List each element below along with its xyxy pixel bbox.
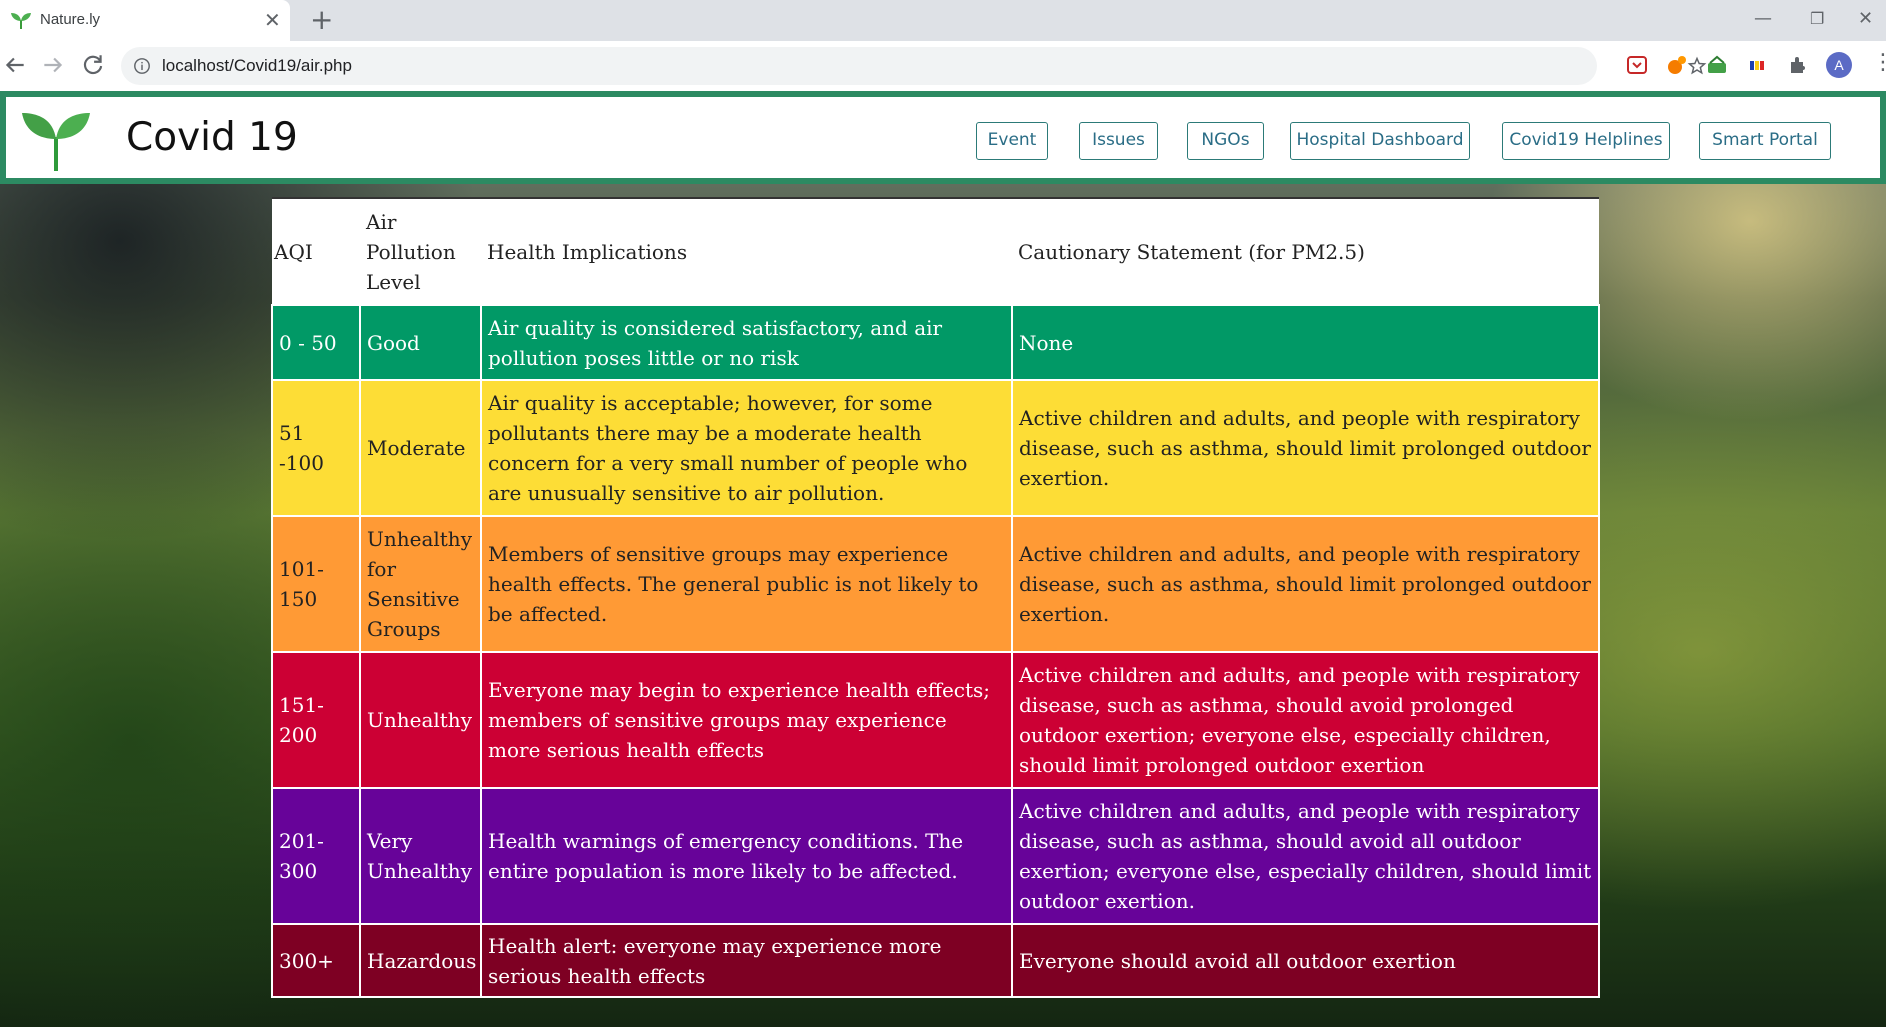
pollution-level: Hazardous bbox=[359, 923, 482, 998]
extensions-puzzle-icon[interactable] bbox=[1787, 53, 1811, 77]
header-aqi: AQI bbox=[272, 197, 360, 306]
cautionary-statement: Active children and adults, and people w… bbox=[1011, 787, 1600, 925]
tab-close-icon[interactable]: ✕ bbox=[264, 8, 281, 32]
window-minimize-button[interactable]: — bbox=[1754, 8, 1772, 30]
aqi-range: 300+ bbox=[271, 923, 361, 998]
nav-covid19-helplines-button[interactable]: Covid19 Helplines bbox=[1502, 122, 1670, 160]
cautionary-statement: Active children and adults, and people w… bbox=[1011, 379, 1600, 517]
profile-avatar[interactable]: A bbox=[1826, 52, 1852, 78]
health-implications: Air quality is considered satisfactory, … bbox=[480, 304, 1013, 381]
nav-ngos-button[interactable]: NGOs bbox=[1187, 122, 1264, 160]
aqi-table: AQI Air Pollution Level Health Implicati… bbox=[271, 197, 1600, 998]
sprout-favicon-icon bbox=[11, 13, 31, 29]
health-implications: Everyone may begin to experience health … bbox=[480, 651, 1013, 789]
browser-tab-strip: Nature.ly ✕ + — ❐ ✕ bbox=[0, 0, 1886, 41]
health-implications: Health alert: everyone may experience mo… bbox=[480, 923, 1013, 998]
browser-tab[interactable]: Nature.ly ✕ bbox=[0, 0, 290, 41]
cautionary-statement: Active children and adults, and people w… bbox=[1011, 651, 1600, 789]
new-tab-button[interactable]: + bbox=[310, 4, 333, 36]
header-cautionary-statement: Cautionary Statement (for PM2.5) bbox=[1012, 197, 1599, 306]
nav-issues-button[interactable]: Issues bbox=[1079, 122, 1158, 160]
orange-extension-icon[interactable] bbox=[1665, 53, 1689, 77]
pollution-level: Good bbox=[359, 304, 482, 381]
health-implications: Health warnings of emergency conditions.… bbox=[480, 787, 1013, 925]
reload-icon[interactable] bbox=[80, 52, 106, 78]
url-text[interactable]: localhost/Covid19/air.php bbox=[162, 56, 352, 76]
nav-smart-portal-button[interactable]: Smart Portal bbox=[1699, 122, 1831, 160]
aqi-range: 151-200 bbox=[271, 651, 361, 789]
cautionary-statement: None bbox=[1011, 304, 1600, 381]
aqi-range: 101-150 bbox=[271, 515, 361, 653]
table-header-row: AQI Air Pollution Level Health Implicati… bbox=[272, 197, 1599, 306]
browser-menu-icon[interactable]: ⋮ bbox=[1872, 50, 1886, 76]
aqi-table-header: AQI Air Pollution Level Health Implicati… bbox=[272, 197, 1599, 306]
health-implications: Air quality is acceptable; however, for … bbox=[480, 379, 1013, 517]
cautionary-statement: Everyone should avoid all outdoor exerti… bbox=[1011, 923, 1600, 998]
tab-title: Nature.ly bbox=[40, 11, 101, 28]
back-arrow-icon[interactable] bbox=[2, 52, 28, 78]
cautionary-statement: Active children and adults, and people w… bbox=[1011, 515, 1600, 653]
table-row-hazardous: 300+ Hazardous Health alert: everyone ma… bbox=[271, 923, 1600, 998]
header-pollution-level: Air Pollution Level bbox=[360, 197, 481, 306]
table-row-unhealthy: 151-200 Unhealthy Everyone may begin to … bbox=[271, 651, 1600, 789]
health-implications: Members of sensitive groups may experien… bbox=[480, 515, 1013, 653]
green-extension-icon[interactable] bbox=[1705, 53, 1729, 77]
sprout-logo-icon bbox=[22, 113, 90, 171]
browser-toolbar: localhost/Covid19/air.php A ⋮ bbox=[0, 41, 1886, 91]
pollution-level: Moderate bbox=[359, 379, 482, 517]
table-row-very-unhealthy: 201-300 Very Unhealthy Health warnings o… bbox=[271, 787, 1600, 925]
header-health-implications: Health Implications bbox=[481, 197, 1012, 306]
address-bar[interactable]: localhost/Covid19/air.php bbox=[121, 47, 1707, 85]
nav-hospital-dashboard-button[interactable]: Hospital Dashboard bbox=[1290, 122, 1470, 160]
aqi-range: 0 - 50 bbox=[271, 304, 361, 381]
table-row-good: 0 - 50 Good Air quality is considered sa… bbox=[271, 304, 1600, 381]
aqi-range: 51 -100 bbox=[271, 379, 361, 517]
window-close-button[interactable]: ✕ bbox=[1858, 8, 1873, 30]
table-row-moderate: 51 -100 Moderate Air quality is acceptab… bbox=[271, 379, 1600, 517]
pollution-level: Unhealthy for Sensitive Groups bbox=[359, 515, 482, 653]
pollution-level: Very Unhealthy bbox=[359, 787, 482, 925]
site-info-icon[interactable] bbox=[133, 57, 151, 75]
window-restore-button[interactable]: ❐ bbox=[1810, 8, 1824, 30]
site-title: Covid 19 bbox=[126, 115, 298, 160]
aqi-table-body: 0 - 50 Good Air quality is considered sa… bbox=[271, 304, 1600, 998]
site-header: Covid 19 Event Issues NGOs Hospital Dash… bbox=[0, 91, 1886, 184]
pocket-extension-icon[interactable] bbox=[1625, 53, 1649, 77]
flag-extension-icon[interactable] bbox=[1745, 53, 1769, 77]
pollution-level: Unhealthy bbox=[359, 651, 482, 789]
page-background: Covid 19 Event Issues NGOs Hospital Dash… bbox=[0, 91, 1886, 1027]
table-row-unhealthy-sensitive: 101-150 Unhealthy for Sensitive Groups M… bbox=[271, 515, 1600, 653]
nav-event-button[interactable]: Event bbox=[976, 122, 1048, 160]
aqi-range: 201-300 bbox=[271, 787, 361, 925]
forward-arrow-icon[interactable] bbox=[40, 52, 66, 78]
bookmark-star-icon[interactable] bbox=[1687, 56, 1707, 76]
